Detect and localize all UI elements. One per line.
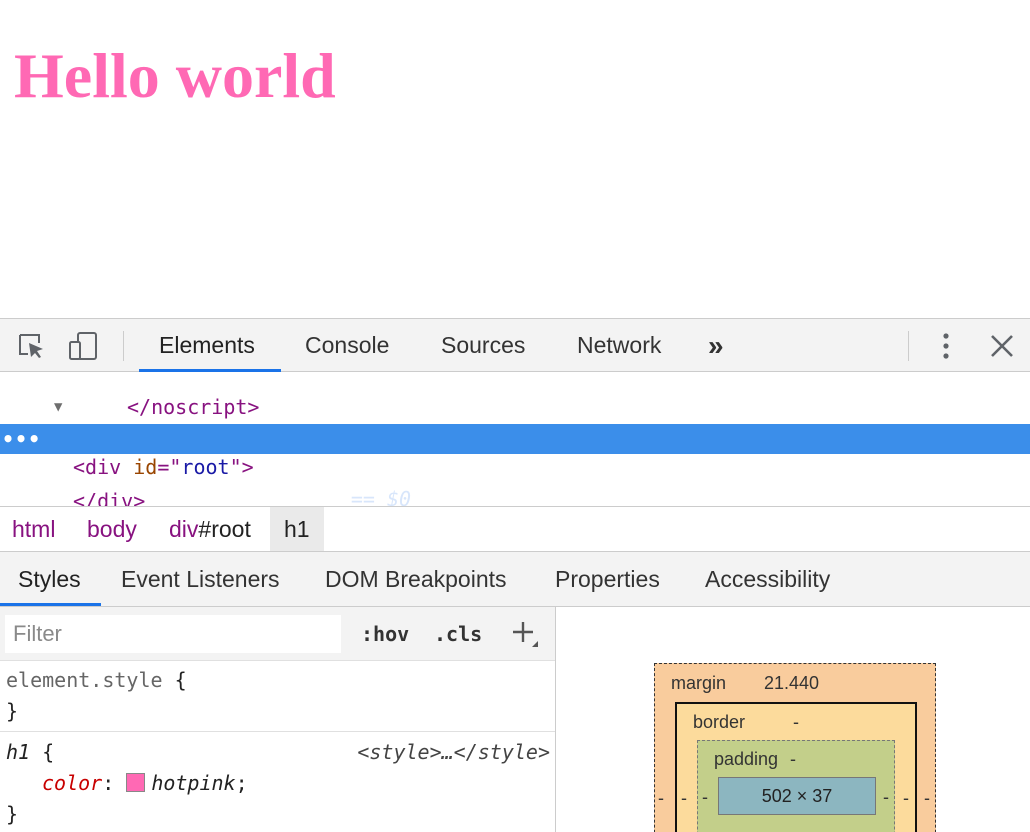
page-heading: Hello world	[14, 40, 336, 111]
devtools-toolbar: Elements Console Sources Network »	[0, 318, 1030, 372]
node-actions-icon[interactable]: •••	[2, 424, 41, 454]
padding-left-value[interactable]: -	[702, 787, 708, 808]
dom-node-h1-selected[interactable]: ••• <h1>Hello world</h1> == $0	[0, 424, 1030, 506]
box-model-margin[interactable]: margin 21.440 - - border - - - padding -…	[654, 663, 936, 832]
devtools-panel: Elements Console Sources Network » </nos…	[0, 318, 1030, 832]
box-model-border[interactable]: border - - - padding - - - 502 × 37	[675, 702, 917, 832]
breadcrumb-div-root[interactable]: div#root	[169, 507, 251, 551]
breadcrumb-body[interactable]: body	[87, 507, 137, 551]
expand-triangle-icon[interactable]: ▼	[54, 392, 62, 422]
tab-event-listeners[interactable]: Event Listeners	[121, 552, 280, 606]
styles-filter-input[interactable]	[5, 615, 341, 653]
breadcrumb-h1[interactable]: h1	[270, 507, 324, 551]
margin-right-value[interactable]: -	[924, 788, 930, 809]
css-property-value[interactable]: hotpink	[151, 771, 235, 795]
styles-pane: :hov .cls element.style { } h1 { <style>…	[0, 607, 556, 832]
close-icon[interactable]	[988, 332, 1016, 360]
padding-top-value[interactable]: -	[790, 749, 796, 770]
tab-styles[interactable]: Styles	[18, 552, 81, 606]
dom-node-div-close[interactable]: </div>	[0, 456, 1030, 506]
tab-dom-breakpoints[interactable]: DOM Breakpoints	[325, 552, 507, 606]
border-top-value[interactable]: -	[793, 712, 799, 733]
dom-node-div-root[interactable]: ▼ <div id="root">	[0, 392, 1030, 479]
breadcrumb: html body div#root h1	[0, 506, 1030, 552]
rule-divider	[0, 731, 555, 732]
active-subtab-indicator	[0, 603, 101, 606]
element-style-rule[interactable]: element.style { }	[0, 665, 555, 727]
tab-network[interactable]: Network	[577, 319, 661, 372]
toolbar-divider	[123, 331, 124, 361]
tab-accessibility[interactable]: Accessibility	[705, 552, 830, 606]
breadcrumb-html[interactable]: html	[12, 507, 55, 551]
page-viewport: Hello world	[0, 0, 1030, 318]
dom-tree[interactable]: </noscript> ▼ <div id="root"> ••• <h1>He…	[0, 372, 1030, 506]
tab-properties[interactable]: Properties	[555, 552, 660, 606]
kebab-menu-icon[interactable]	[933, 332, 959, 360]
device-toolbar-icon[interactable]	[69, 332, 97, 360]
css-property-name[interactable]: color	[42, 771, 102, 795]
padding-right-value[interactable]: -	[883, 787, 889, 808]
border-left-value[interactable]: -	[681, 788, 687, 809]
toolbar-divider	[908, 331, 909, 361]
box-model-padding[interactable]: padding - - - 502 × 37	[697, 740, 895, 832]
inspect-element-icon[interactable]	[17, 332, 45, 360]
box-model-content[interactable]: 502 × 37	[718, 777, 876, 815]
rule-source-link[interactable]: <style>…</style>	[357, 737, 550, 768]
styles-filter-bar: :hov .cls	[0, 607, 555, 661]
h1-style-rule[interactable]: h1 { <style>…</style> color: hotpink; }	[0, 737, 555, 832]
tab-elements[interactable]: Elements	[159, 319, 255, 372]
new-style-rule-icon[interactable]	[510, 619, 540, 649]
border-right-value[interactable]: -	[903, 788, 909, 809]
margin-label: margin	[671, 673, 727, 693]
box-model-pane: margin 21.440 - - border - - - padding -…	[557, 607, 1030, 832]
tab-sources[interactable]: Sources	[441, 319, 525, 372]
sidebar-tabs: Styles Event Listeners DOM Breakpoints P…	[0, 552, 1030, 607]
border-label: border	[693, 712, 746, 732]
padding-label: padding	[714, 749, 779, 769]
dom-node-comment[interactable]: <!--	[0, 488, 1030, 506]
hov-toggle-button[interactable]: :hov	[361, 607, 409, 661]
cls-toggle-button[interactable]: .cls	[434, 607, 482, 661]
more-tabs-icon[interactable]: »	[708, 319, 724, 372]
margin-left-value[interactable]: -	[658, 788, 664, 809]
css-declaration[interactable]: color: hotpink;	[42, 768, 248, 799]
element-style-selector: element.style	[6, 668, 163, 692]
color-swatch-icon[interactable]	[126, 773, 146, 792]
rule-selector: h1	[6, 740, 31, 764]
margin-top-value[interactable]: 21.440	[764, 673, 819, 694]
tab-console[interactable]: Console	[305, 319, 389, 372]
dom-node-noscript-close[interactable]: </noscript>	[0, 372, 1030, 419]
